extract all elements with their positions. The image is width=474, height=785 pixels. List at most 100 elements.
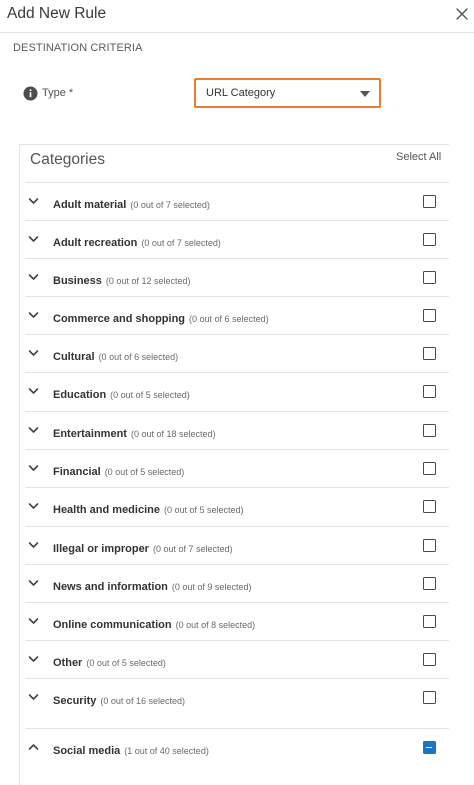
- type-select-value: URL Category: [206, 87, 276, 99]
- category-row-text: Business (0 out of 12 selected): [53, 271, 190, 289]
- category-row[interactable]: Health and medicine (0 out of 5 selected): [25, 487, 449, 525]
- chevron-down-icon[interactable]: [28, 273, 39, 281]
- category-count: (0 out of 5 selected): [163, 505, 244, 515]
- category-checkbox[interactable]: [423, 385, 436, 398]
- category-count: (0 out of 7 selected): [152, 544, 233, 554]
- category-checkbox[interactable]: [423, 577, 436, 590]
- category-checkbox[interactable]: [423, 347, 436, 360]
- chevron-down-icon[interactable]: [28, 579, 39, 587]
- category-checkbox[interactable]: [423, 653, 436, 666]
- category-name: Illegal or improper: [53, 543, 149, 555]
- category-name: Business: [53, 275, 102, 287]
- category-row[interactable]: Business (0 out of 12 selected): [25, 258, 449, 296]
- type-select[interactable]: URL Category: [194, 78, 381, 108]
- category-name: Adult material: [53, 199, 127, 211]
- category-name: Education: [53, 389, 107, 401]
- category-row-text: News and information (0 out of 9 selected…: [53, 577, 251, 595]
- category-row-text: Other (0 out of 5 selected): [53, 653, 166, 671]
- category-row-text: Cultural (0 out of 6 selected): [53, 347, 178, 365]
- select-all-link[interactable]: Select All: [396, 151, 441, 163]
- chevron-down-icon[interactable]: [28, 349, 39, 357]
- category-row-text: Commerce and shopping (0 out of 6 selecte…: [53, 309, 269, 327]
- close-icon[interactable]: [452, 4, 472, 24]
- chevron-down-icon[interactable]: [28, 426, 39, 434]
- category-name: Cultural: [53, 351, 95, 363]
- category-name: Security: [53, 695, 97, 707]
- category-row[interactable]: Adult material (0 out of 7 selected): [25, 182, 449, 220]
- category-row[interactable]: Online communication (0 out of 8 selected…: [25, 602, 449, 640]
- chevron-down-icon[interactable]: [28, 235, 39, 243]
- category-row-text: Online communication (0 out of 8 selected…: [53, 615, 255, 633]
- category-count: (0 out of 9 selected): [171, 582, 252, 592]
- category-row-text: Security (0 out of 16 selected): [53, 691, 185, 709]
- category-row-text: Illegal or improper (0 out of 7 selected): [53, 539, 233, 557]
- category-checkbox[interactable]: [423, 691, 436, 704]
- category-count: (0 out of 8 selected): [175, 620, 256, 630]
- category-row-text: Financial (0 out of 5 selected): [53, 462, 184, 480]
- category-row[interactable]: Social media (1 out of 40 selected): [25, 728, 449, 766]
- chevron-down-icon[interactable]: [28, 693, 39, 701]
- section-label: DESTINATION CRITERIA: [13, 42, 143, 54]
- category-row[interactable]: Commerce and shopping (0 out of 6 selecte…: [25, 296, 449, 334]
- caret-down-icon: [360, 91, 370, 97]
- category-checkbox[interactable]: [423, 195, 436, 208]
- category-row[interactable]: Entertainment (0 out of 18 selected): [25, 411, 449, 449]
- category-checkbox[interactable]: [423, 271, 436, 284]
- chevron-down-icon[interactable]: [28, 387, 39, 395]
- category-count: (0 out of 7 selected): [130, 200, 210, 210]
- category-checkbox[interactable]: [423, 500, 436, 513]
- category-row-text: Education (0 out of 5 selected): [53, 385, 190, 403]
- category-row-text: Adult recreation (0 out of 7 selected): [53, 233, 221, 251]
- category-row[interactable]: News and information (0 out of 9 selected…: [25, 564, 449, 602]
- category-name: Adult recreation: [53, 237, 138, 249]
- category-checkbox[interactable]: [423, 424, 436, 437]
- chevron-down-icon[interactable]: [28, 197, 39, 205]
- category-count: (0 out of 6 selected): [189, 314, 269, 324]
- category-name: Social media: [53, 745, 121, 757]
- category-row[interactable]: Security (0 out of 16 selected): [25, 678, 449, 716]
- category-checkbox[interactable]: [423, 233, 436, 246]
- category-count: (0 out of 5 selected): [110, 390, 190, 400]
- category-name: News and information: [53, 581, 168, 593]
- category-count: (0 out of 7 selected): [141, 238, 221, 248]
- category-checkbox[interactable]: [423, 539, 436, 552]
- chevron-down-icon[interactable]: [28, 617, 39, 625]
- info-icon[interactable]: [23, 86, 38, 101]
- category-count: (0 out of 18 selected): [130, 429, 216, 439]
- category-name: Other: [53, 657, 83, 669]
- category-row[interactable]: Cultural (0 out of 6 selected): [25, 334, 449, 372]
- category-count: (0 out of 16 selected): [100, 696, 185, 706]
- chevron-down-icon[interactable]: [28, 655, 39, 663]
- category-row-text: Social media (1 out of 40 selected): [53, 741, 209, 759]
- category-row[interactable]: Financial (0 out of 5 selected): [25, 449, 449, 487]
- category-count: (0 out of 12 selected): [105, 276, 191, 286]
- category-count: (0 out of 5 selected): [86, 658, 166, 668]
- category-checkbox[interactable]: [423, 741, 436, 754]
- category-name: Financial: [53, 466, 101, 478]
- category-count: (1 out of 40 selected): [124, 746, 209, 756]
- categories-title: Categories: [30, 151, 105, 168]
- dialog-title: Add New Rule: [7, 5, 107, 22]
- category-row-text: Adult material (0 out of 7 selected): [53, 195, 210, 213]
- chevron-down-icon[interactable]: [28, 464, 39, 472]
- chevron-down-icon[interactable]: [28, 311, 39, 319]
- category-name: Entertainment: [53, 428, 127, 440]
- category-row-text: Health and medicine (0 out of 5 selected): [53, 500, 244, 518]
- dialog-header: Add New Rule: [0, 0, 474, 33]
- category-row[interactable]: Adult recreation (0 out of 7 selected): [25, 220, 449, 258]
- category-row-text: Entertainment (0 out of 18 selected): [53, 424, 216, 442]
- type-label: Type *: [42, 87, 74, 99]
- chevron-down-icon[interactable]: [28, 502, 39, 510]
- category-row[interactable]: Education (0 out of 5 selected): [25, 372, 449, 410]
- chevron-up-icon[interactable]: [28, 743, 39, 751]
- category-checkbox[interactable]: [423, 462, 436, 475]
- category-row[interactable]: Illegal or improper (0 out of 7 selected): [25, 526, 449, 564]
- category-checkbox[interactable]: [423, 615, 436, 628]
- category-checkbox[interactable]: [423, 309, 436, 322]
- category-name: Online communication: [53, 619, 172, 631]
- category-row[interactable]: Other (0 out of 5 selected): [25, 640, 449, 678]
- category-name: Health and medicine: [53, 504, 160, 516]
- category-count: (0 out of 6 selected): [98, 352, 179, 362]
- chevron-down-icon[interactable]: [28, 541, 39, 549]
- category-name: Commerce and shopping: [53, 313, 186, 325]
